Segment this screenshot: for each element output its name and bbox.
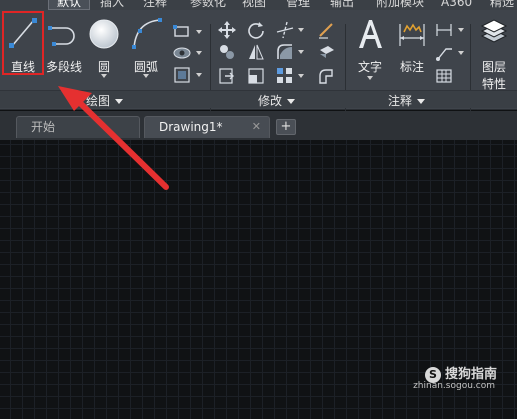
watermark: S 搜狗指南 [424,363,497,383]
pointer-arrow [58,86,169,190]
watermark-url: zhinan.sogou.com [413,381,495,391]
watermark-brand: 搜狗指南 [444,367,497,382]
